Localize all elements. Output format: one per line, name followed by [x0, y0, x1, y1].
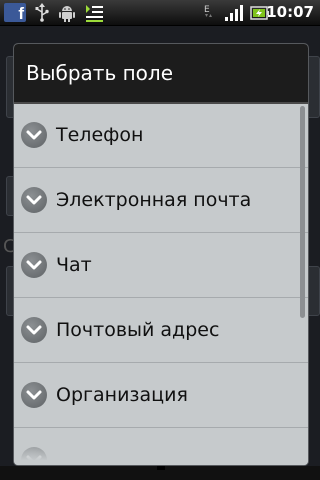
list-scrollbar[interactable] [300, 106, 305, 318]
dialog-title: Выбрать поле [26, 61, 173, 85]
status-bar: f E 10:07 [0, 0, 320, 26]
list-item-label: Электронная почта [56, 189, 252, 211]
list-item-organization[interactable]: Организация [14, 364, 308, 428]
list-item-email[interactable]: Электронная почта [14, 169, 308, 233]
screen: f E 10:07 С Выбрать поле Телефон Электро… [0, 0, 320, 480]
list-item-label: Организация [56, 384, 188, 406]
chevron-down-icon [21, 382, 47, 408]
list-item-label: Почтовый адрес [56, 319, 220, 341]
facebook-icon: f [4, 3, 26, 23]
list-item-postal-address[interactable]: Почтовый адрес [14, 299, 308, 363]
list-item-phone[interactable]: Телефон [14, 104, 308, 168]
android-debug-icon [58, 3, 76, 22]
status-clock: 10:07 [266, 3, 314, 21]
dialog-header: Выбрать поле [14, 44, 308, 104]
chevron-down-icon [21, 187, 47, 213]
bottom-edge-tick [157, 466, 165, 470]
signal-strength-icon [224, 3, 244, 22]
list-item-chat[interactable]: Чат [14, 234, 308, 298]
chevron-down-icon [21, 252, 47, 278]
chevron-down-icon [21, 122, 47, 148]
select-field-dialog: Выбрать поле Телефон Электронная почта Ч… [14, 44, 308, 465]
list-fade-edge [14, 435, 308, 465]
chevron-down-icon [21, 317, 47, 343]
list-item-label: Телефон [56, 124, 144, 146]
usb-icon [34, 3, 50, 22]
list-item-label: Чат [56, 254, 92, 276]
field-option-list: Телефон Электронная почта Чат Почтовый а… [14, 104, 308, 465]
edge-network-icon: E [202, 3, 214, 22]
network-letter: E [204, 5, 210, 15]
download-queue-icon [84, 3, 104, 22]
